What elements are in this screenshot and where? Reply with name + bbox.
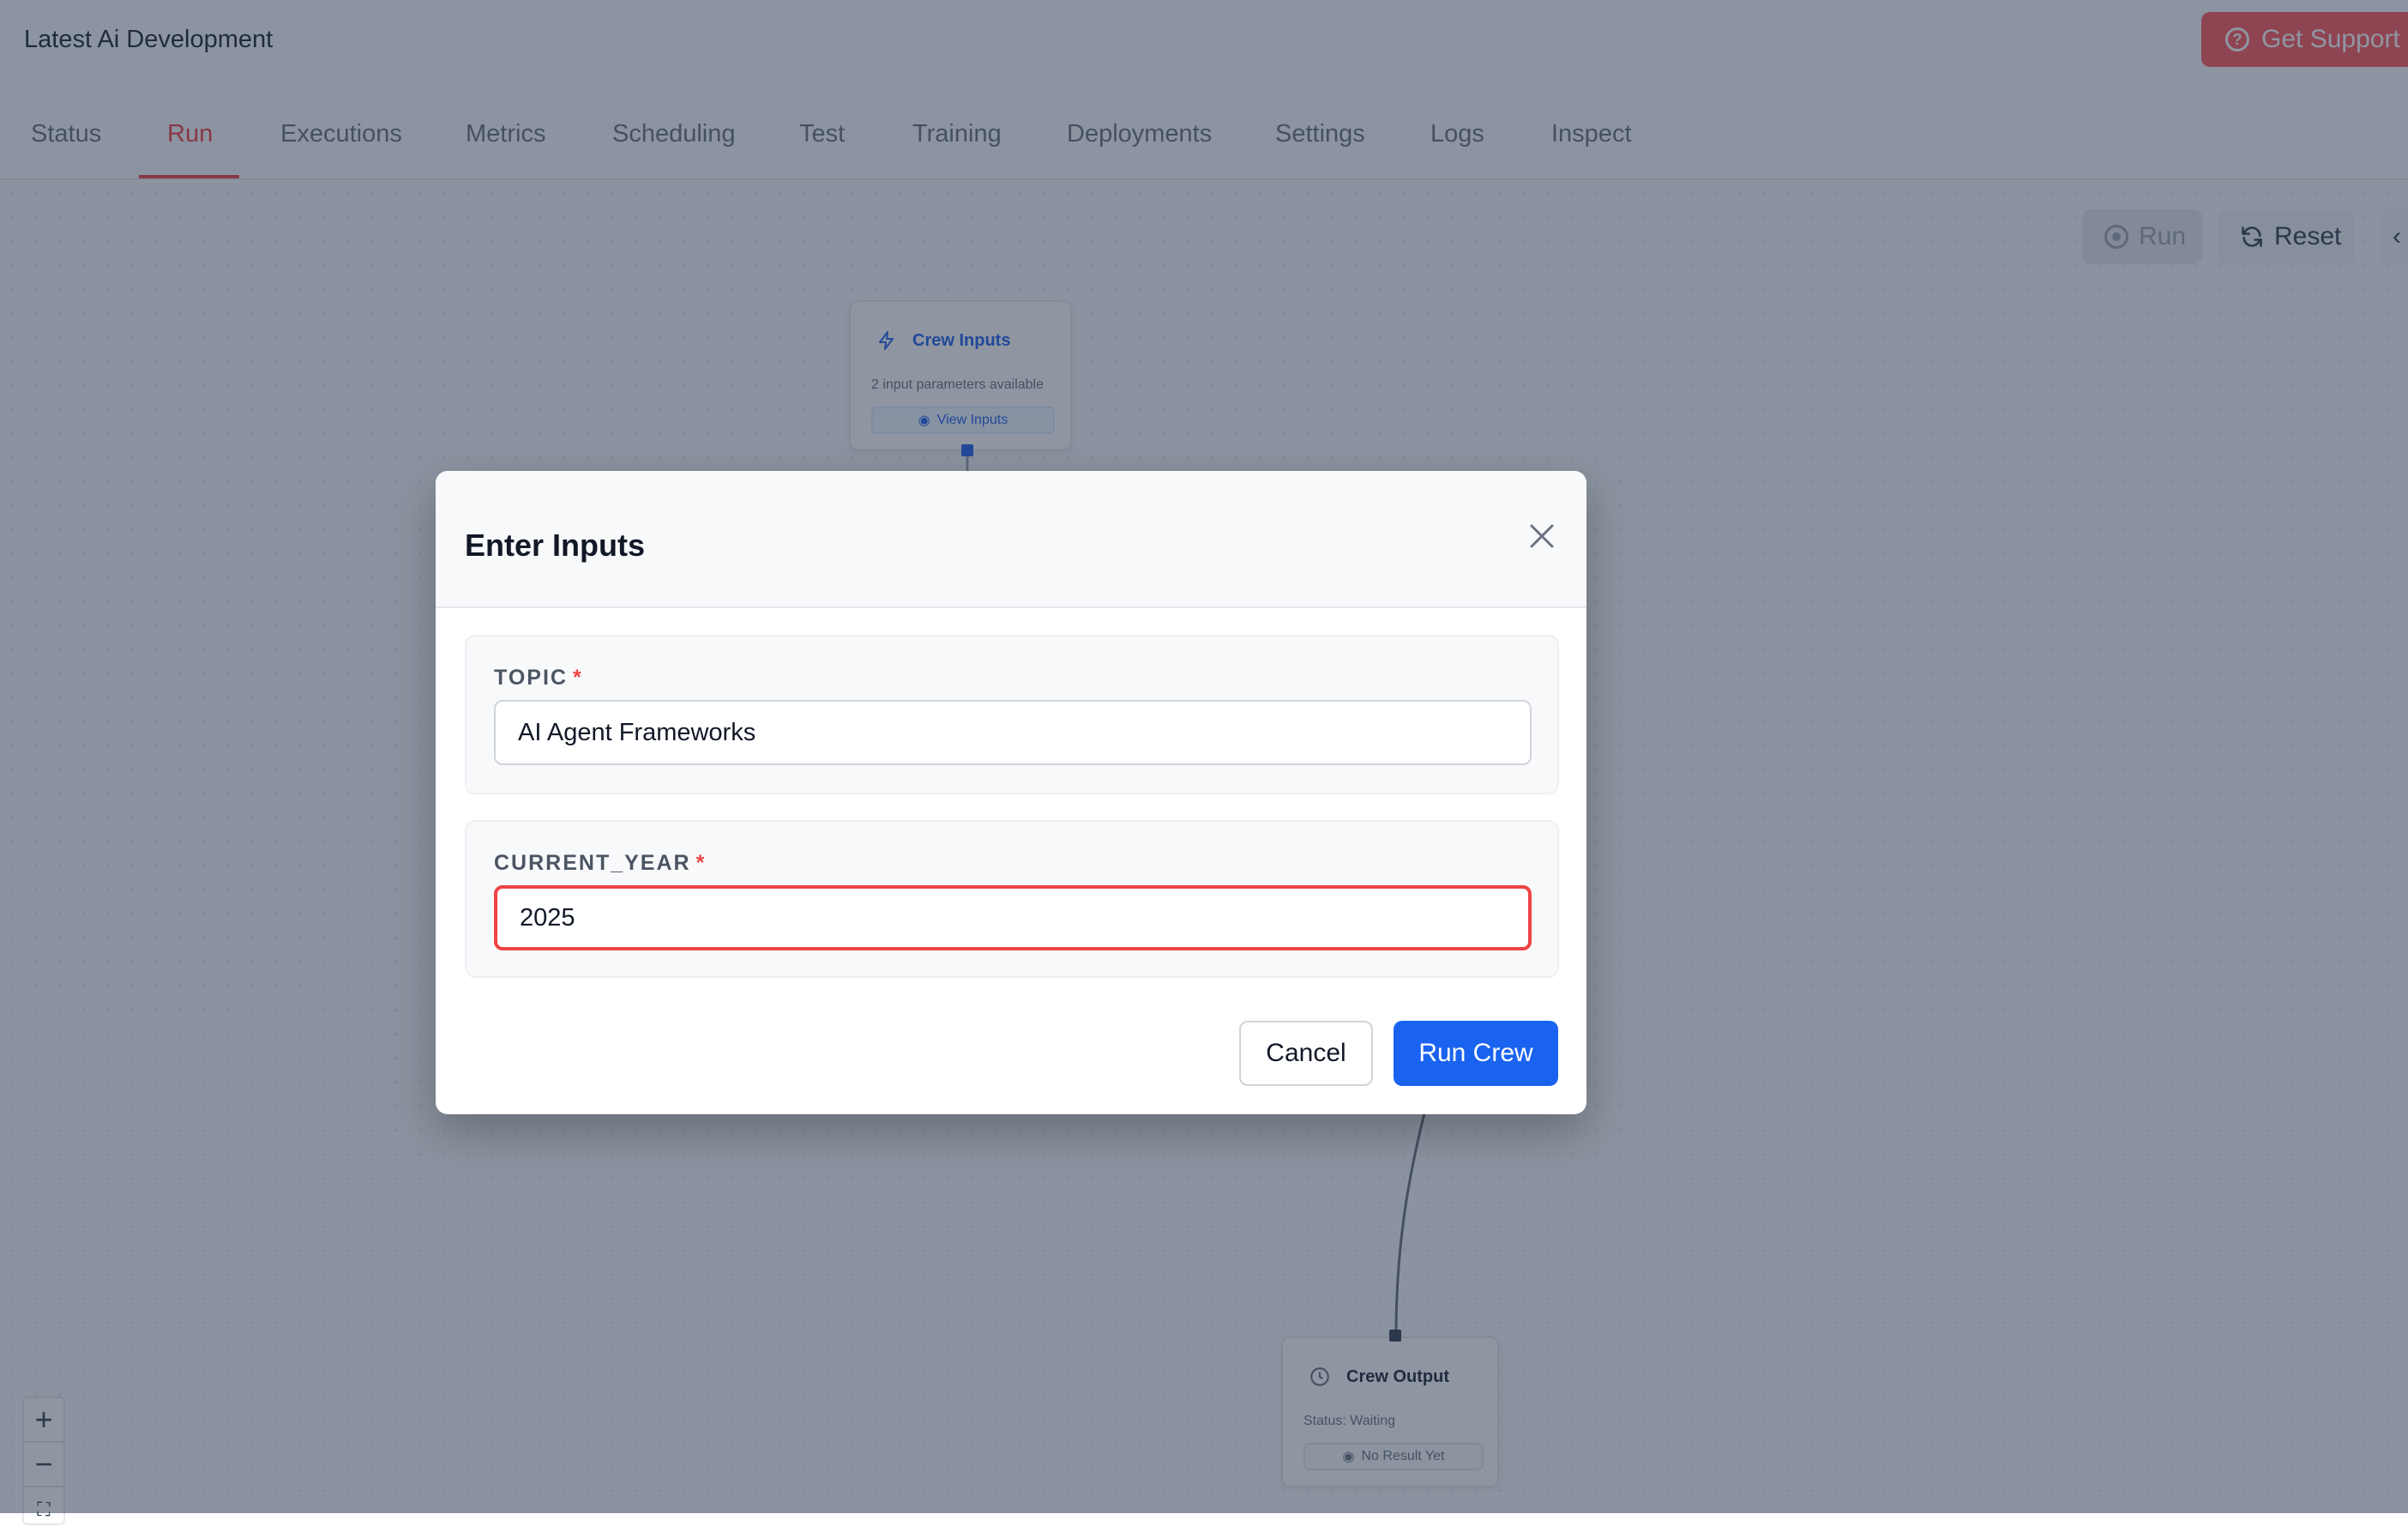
enter-inputs-dialog: Enter Inputs TOPIC* CURRENT_YEAR* Cancel…: [436, 471, 1586, 1114]
close-icon[interactable]: [1521, 516, 1562, 557]
topic-label-text: TOPIC: [494, 666, 568, 690]
topic-input[interactable]: [494, 700, 1532, 765]
required-marker: *: [572, 666, 583, 690]
topic-field-card: TOPIC *: [465, 635, 1559, 794]
dialog-title: Enter Inputs: [465, 528, 646, 563]
dialog-header: Enter Inputs: [436, 471, 1586, 608]
current-year-field-card: CURRENT_YEAR *: [465, 820, 1559, 978]
required-marker: *: [695, 851, 707, 875]
cancel-button[interactable]: Cancel: [1239, 1021, 1373, 1086]
run-crew-button[interactable]: Run Crew: [1394, 1021, 1558, 1086]
current-year-label: CURRENT_YEAR *: [494, 851, 706, 876]
current-year-label-text: CURRENT_YEAR: [494, 851, 691, 875]
app-page: Latest Ai Development ? Get Support Stat…: [0, 0, 2408, 1525]
topic-label: TOPIC *: [494, 666, 583, 691]
current-year-input[interactable]: [494, 885, 1532, 950]
